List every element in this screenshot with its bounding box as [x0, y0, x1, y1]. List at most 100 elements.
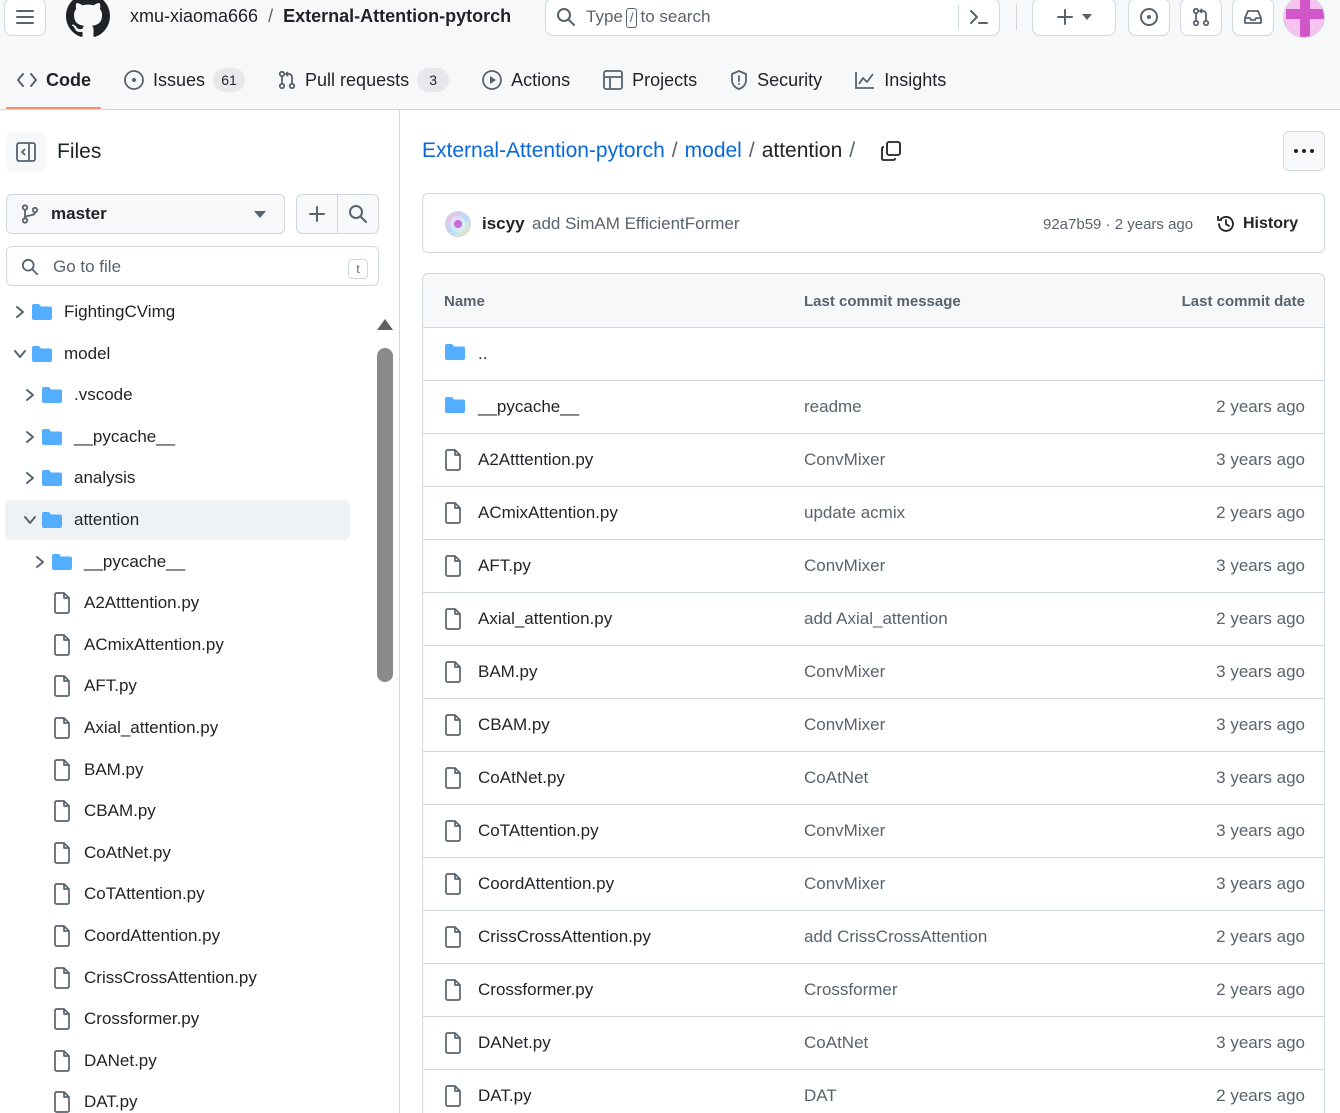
row-commit-message[interactable]: add CrissCrossAttention: [804, 927, 987, 947]
scrollbar-thumb[interactable]: [377, 348, 393, 682]
row-commit-message[interactable]: ConvMixer: [804, 662, 885, 682]
row-file-name[interactable]: A2Atttention.py: [478, 450, 593, 470]
tree-toggle[interactable]: [20, 471, 40, 485]
tab-issues[interactable]: Issues 61: [111, 60, 257, 100]
tree-toggle[interactable]: [20, 388, 40, 402]
tab-security[interactable]: Security: [717, 60, 834, 100]
tree-file[interactable]: DAT.py: [5, 1082, 350, 1113]
row-file-name[interactable]: ACmixAttention.py: [478, 503, 618, 523]
row-file-name[interactable]: __pycache__: [478, 397, 579, 417]
tree-file[interactable]: CoAtNet.py: [5, 833, 350, 873]
tree-file[interactable]: A2Atttention.py: [5, 583, 350, 623]
row-file-name[interactable]: CrissCrossAttention.py: [478, 927, 651, 947]
tree-file[interactable]: CBAM.py: [5, 791, 350, 831]
your-issues-button[interactable]: [1128, 0, 1170, 36]
table-row[interactable]: ACmixAttention.py update acmix 2 years ago: [423, 487, 1324, 540]
tree-folder[interactable]: __pycache__: [5, 417, 350, 457]
tree-file[interactable]: ACmixAttention.py: [5, 625, 350, 665]
tab-pull-requests[interactable]: Pull requests 3: [265, 60, 461, 100]
row-commit-message[interactable]: ConvMixer: [804, 874, 885, 894]
tab-actions[interactable]: Actions: [469, 60, 582, 100]
table-row[interactable]: CoAtNet.py CoAtNet 3 years ago: [423, 752, 1324, 805]
chevron-down-icon[interactable]: [23, 515, 37, 525]
tree-file[interactable]: Crossformer.py: [5, 999, 350, 1039]
user-avatar[interactable]: [1283, 0, 1325, 38]
row-file-name[interactable]: CBAM.py: [478, 715, 550, 735]
search-code-button[interactable]: [337, 194, 379, 234]
table-row[interactable]: CoTAttention.py ConvMixer 3 years ago: [423, 805, 1324, 858]
repo-link[interactable]: External-Attention-pytorch: [283, 6, 511, 26]
row-commit-message[interactable]: CoAtNet: [804, 1033, 868, 1053]
owner-link[interactable]: xmu-xiaoma666: [130, 6, 258, 26]
tree-folder[interactable]: analysis: [5, 458, 350, 498]
row-commit-message[interactable]: ConvMixer: [804, 715, 885, 735]
row-file-name[interactable]: CoordAttention.py: [478, 874, 614, 894]
tree-folder[interactable]: FightingCVimg: [5, 292, 350, 332]
table-row[interactable]: CoordAttention.py ConvMixer 3 years ago: [423, 858, 1324, 911]
table-row[interactable]: DAT.py DAT 2 years ago: [423, 1070, 1324, 1113]
table-row[interactable]: CBAM.py ConvMixer 3 years ago: [423, 699, 1324, 752]
table-row[interactable]: __pycache__ readme 2 years ago: [423, 381, 1324, 434]
row-commit-message[interactable]: add Axial_attention: [804, 609, 948, 629]
chevron-right-icon[interactable]: [35, 555, 45, 569]
row-file-name[interactable]: DAT.py: [478, 1086, 532, 1106]
table-row[interactable]: CrissCrossAttention.py add CrissCrossAtte…: [423, 911, 1324, 964]
breadcrumb-model-link[interactable]: model: [685, 139, 742, 163]
row-file-name[interactable]: CoTAttention.py: [478, 821, 599, 841]
commit-message[interactable]: add SimAM EfficientFormer: [532, 214, 740, 234]
row-file-name[interactable]: Crossformer.py: [478, 980, 593, 1000]
row-file-name[interactable]: Axial_attention.py: [478, 609, 612, 629]
tree-file[interactable]: BAM.py: [5, 750, 350, 790]
tree-toggle[interactable]: [20, 515, 40, 525]
row-commit-message[interactable]: update acmix: [804, 503, 905, 523]
row-commit-message[interactable]: Crossformer: [804, 980, 898, 1000]
row-commit-message[interactable]: ConvMixer: [804, 556, 885, 576]
tree-file[interactable]: CrissCrossAttention.py: [5, 958, 350, 998]
table-row[interactable]: AFT.py ConvMixer 3 years ago: [423, 540, 1324, 593]
chevron-right-icon[interactable]: [25, 430, 35, 444]
row-commit-message[interactable]: DAT: [804, 1086, 837, 1106]
commit-author[interactable]: iscyy: [482, 214, 525, 234]
tree-file[interactable]: DANet.py: [5, 1041, 350, 1081]
author-avatar[interactable]: [445, 211, 471, 237]
collapse-sidebar-button[interactable]: [6, 132, 46, 172]
tree-file[interactable]: CoTAttention.py: [5, 874, 350, 914]
row-commit-message[interactable]: ConvMixer: [804, 821, 885, 841]
breadcrumb-repo-link[interactable]: External-Attention-pytorch: [422, 139, 665, 163]
more-options-button[interactable]: [1283, 131, 1325, 171]
tree-file[interactable]: AFT.py: [5, 666, 350, 706]
inbox-button[interactable]: [1232, 0, 1274, 36]
table-row[interactable]: DANet.py CoAtNet 3 years ago: [423, 1017, 1324, 1070]
tab-insights[interactable]: Insights: [842, 60, 958, 100]
table-row[interactable]: Axial_attention.py add Axial_attention 2 y…: [423, 593, 1324, 646]
history-button[interactable]: History: [1215, 213, 1298, 235]
table-row[interactable]: A2Atttention.py ConvMixer 3 years ago: [423, 434, 1324, 487]
add-file-button[interactable]: [296, 194, 338, 234]
tree-folder[interactable]: attention: [5, 500, 350, 540]
chevron-right-icon[interactable]: [25, 388, 35, 402]
tree-folder[interactable]: __pycache__: [5, 542, 350, 582]
row-file-name[interactable]: ..: [478, 344, 487, 364]
menu-button[interactable]: [4, 0, 46, 36]
row-commit-message[interactable]: CoAtNet: [804, 768, 868, 788]
your-pull-requests-button[interactable]: [1180, 0, 1222, 36]
global-search[interactable]: Type / to search: [545, 0, 1000, 36]
commit-meta[interactable]: 92a7b59 · 2 years ago: [1043, 216, 1193, 233]
create-new-button[interactable]: [1032, 0, 1116, 36]
table-row[interactable]: Crossformer.py Crossformer 2 years ago: [423, 964, 1324, 1017]
scroll-up-arrow[interactable]: [377, 319, 393, 330]
tree-folder[interactable]: model: [5, 334, 350, 374]
tab-projects[interactable]: Projects: [590, 60, 709, 100]
tree-toggle[interactable]: [10, 349, 30, 359]
row-commit-message[interactable]: ConvMixer: [804, 450, 885, 470]
tab-code[interactable]: Code: [4, 60, 103, 109]
command-palette-icon[interactable]: [968, 6, 990, 28]
row-commit-message[interactable]: readme: [804, 397, 862, 417]
tree-file[interactable]: Axial_attention.py: [5, 708, 350, 748]
chevron-down-icon[interactable]: [13, 349, 27, 359]
chevron-right-icon[interactable]: [15, 305, 25, 319]
table-row[interactable]: BAM.py ConvMixer 3 years ago: [423, 646, 1324, 699]
tree-toggle[interactable]: [30, 555, 50, 569]
tree-toggle[interactable]: [10, 305, 30, 319]
row-file-name[interactable]: AFT.py: [478, 556, 531, 576]
